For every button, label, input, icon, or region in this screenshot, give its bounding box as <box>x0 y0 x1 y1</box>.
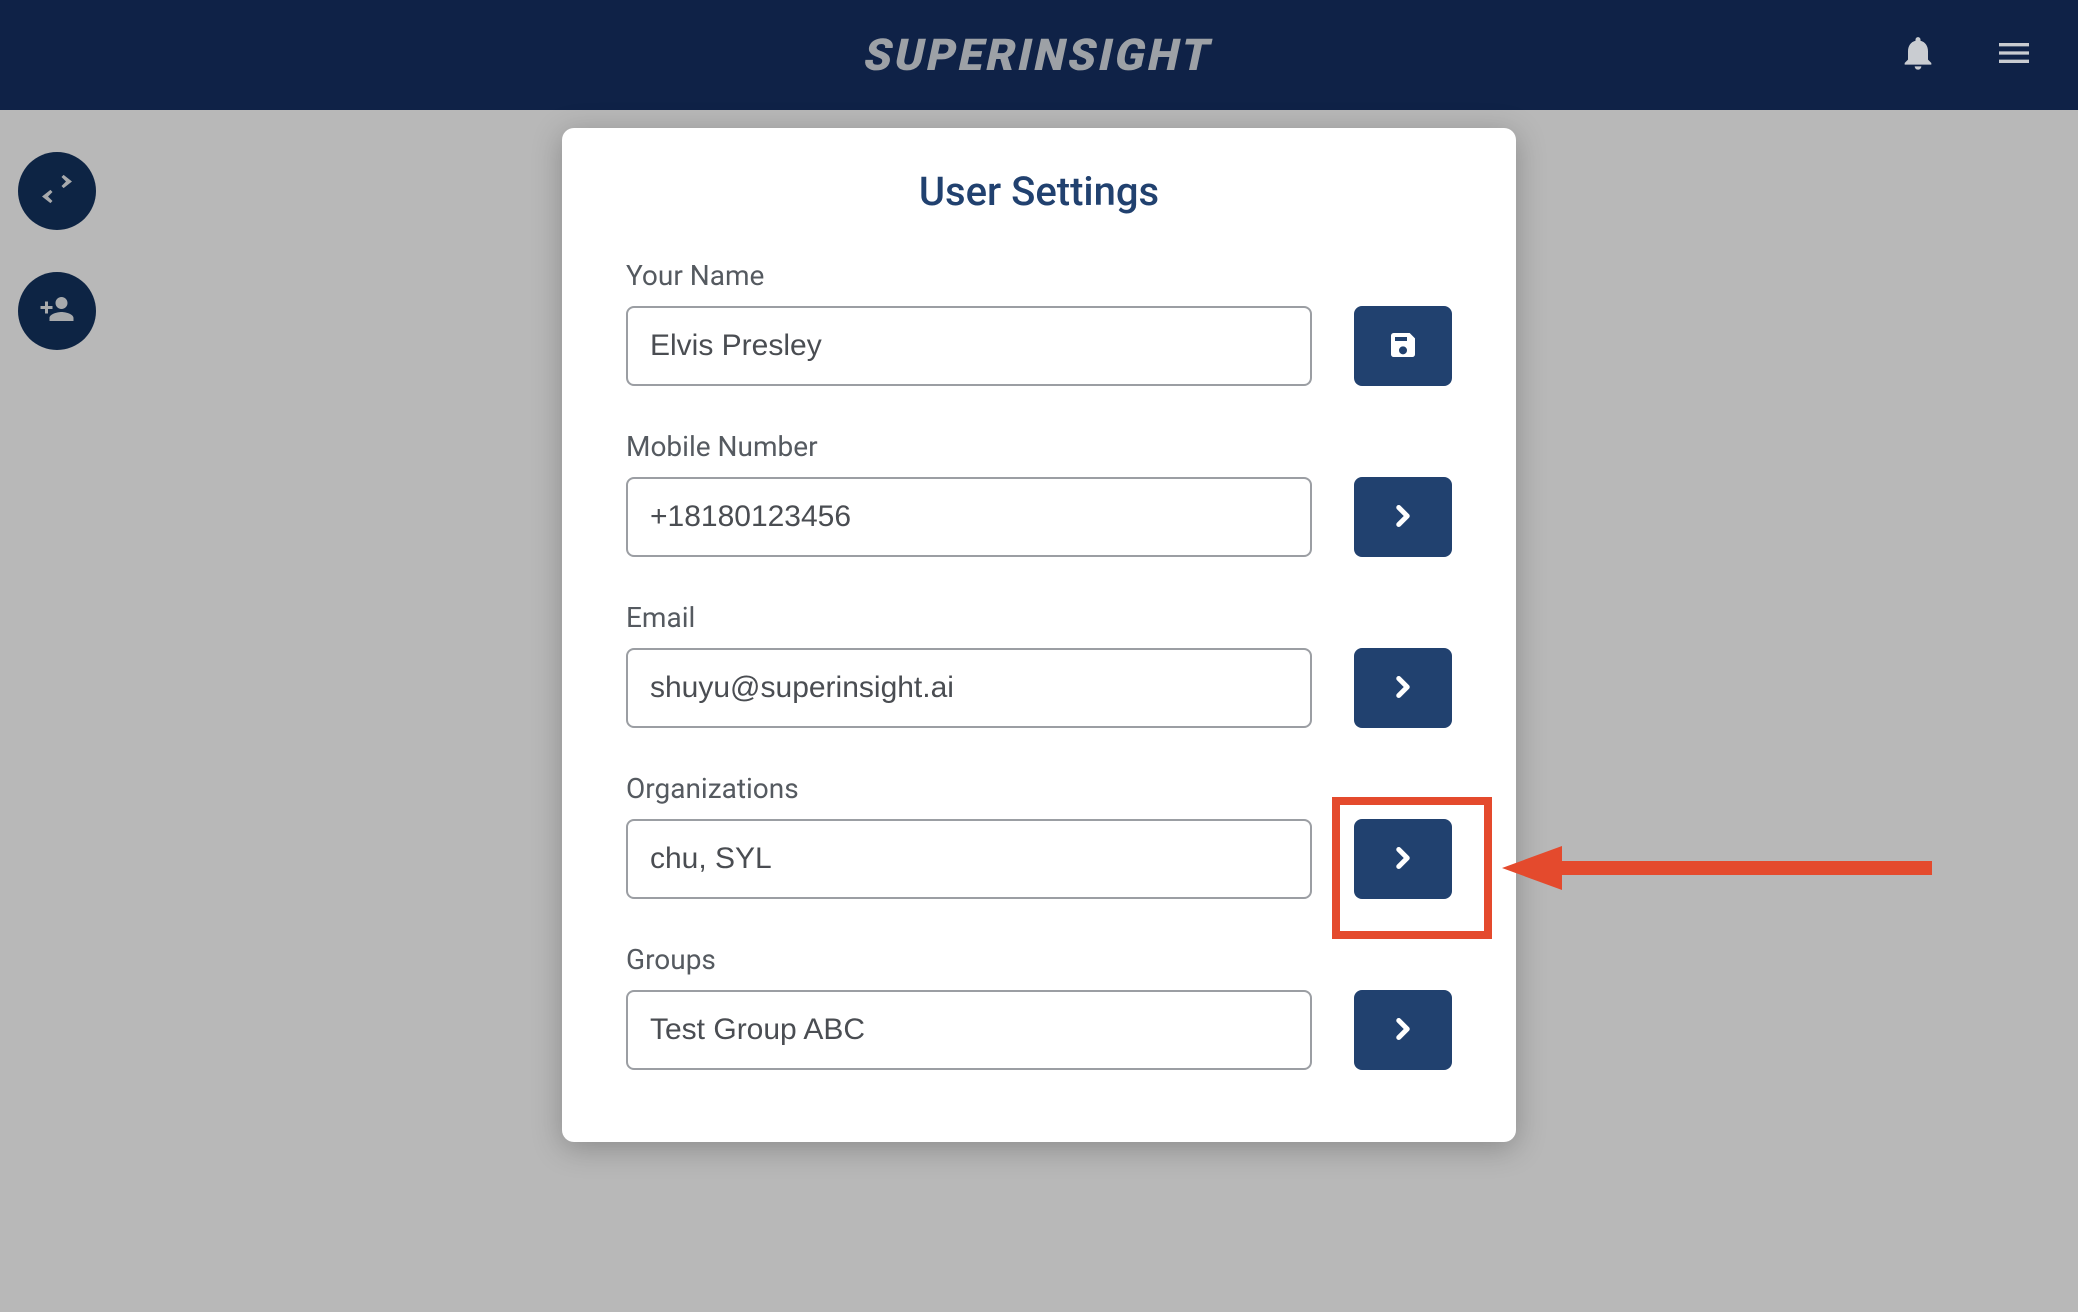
mobile-label: Mobile Number <box>626 430 1452 463</box>
brand-logo: SUPERINSIGHT <box>860 29 1219 81</box>
email-next-button[interactable] <box>1354 648 1452 728</box>
name-label: Your Name <box>626 259 1452 292</box>
chevron-right-icon <box>1386 1012 1420 1049</box>
email-input[interactable] <box>626 648 1312 728</box>
field-organizations: Organizations <box>626 772 1452 899</box>
organizations-input[interactable] <box>626 819 1312 899</box>
save-icon <box>1387 329 1419 364</box>
chevron-right-icon <box>1386 841 1420 878</box>
mobile-input[interactable] <box>626 477 1312 557</box>
mobile-next-button[interactable] <box>1354 477 1452 557</box>
notifications-button[interactable] <box>1894 31 1942 79</box>
organizations-label: Organizations <box>626 772 1452 805</box>
email-label: Email <box>626 601 1452 634</box>
chevron-right-icon <box>1386 499 1420 536</box>
modal-title: User Settings <box>626 168 1452 215</box>
name-input[interactable] <box>626 306 1312 386</box>
hamburger-icon <box>1994 33 2034 77</box>
bell-icon <box>1898 33 1938 77</box>
chevron-right-icon <box>1386 670 1420 707</box>
header-actions <box>1894 0 2038 110</box>
menu-button[interactable] <box>1990 31 2038 79</box>
groups-next-button[interactable] <box>1354 990 1452 1070</box>
save-name-button[interactable] <box>1354 306 1452 386</box>
field-email: Email <box>626 601 1452 728</box>
groups-input[interactable] <box>626 990 1312 1070</box>
field-mobile: Mobile Number <box>626 430 1452 557</box>
user-settings-modal: User Settings Your Name Mobile Number Em… <box>562 128 1516 1142</box>
field-name: Your Name <box>626 259 1452 386</box>
field-groups: Groups <box>626 943 1452 1070</box>
organizations-next-button[interactable] <box>1354 819 1452 899</box>
app-header: SUPERINSIGHT <box>0 0 2078 110</box>
groups-label: Groups <box>626 943 1452 976</box>
